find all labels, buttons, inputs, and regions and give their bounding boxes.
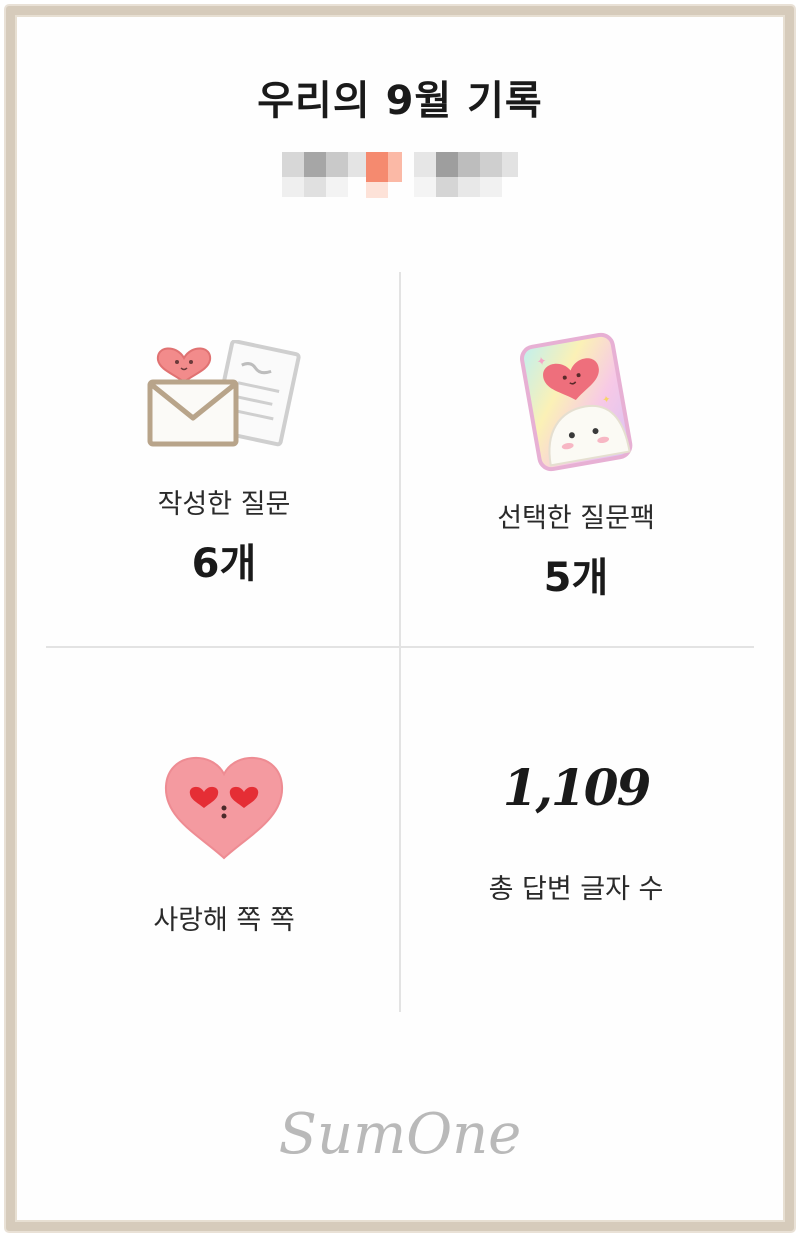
brand-logo: SumOne <box>278 1102 522 1167</box>
written-questions-value: 6개 <box>191 541 257 587</box>
stat-answer-chars: 1,109 총 답변 글자 수 <box>400 758 752 906</box>
love-kiss-label: 사랑해 쪽 쪽 <box>153 905 295 936</box>
selected-packs-value: 5개 <box>543 555 609 601</box>
selected-packs-label: 선택한 질문팩 <box>497 503 655 534</box>
written-questions-label: 작성한 질문 <box>157 489 291 520</box>
horizontal-divider <box>46 646 754 648</box>
question-pack-card-icon: ✦ ✦ <box>520 332 633 472</box>
censored-name <box>282 152 522 202</box>
answer-chars-value: 1,109 <box>502 758 652 817</box>
page-title: 우리의 9월 기록 <box>257 78 543 124</box>
stat-written-questions: 작성한 질문 6개 <box>48 340 400 589</box>
letter-envelope-icon <box>147 340 301 447</box>
stat-selected-packs: ✦ ✦ 선택한 질문팩 5개 <box>400 330 752 603</box>
answer-chars-label: 총 답변 글자 수 <box>488 874 664 905</box>
heart-kiss-icon <box>164 756 284 860</box>
monthly-record-card: 우리의 9월 기록 작성한 질문 6개 ✦ ✦ 선택한 질문팩 5개 사랑해 쪽… <box>0 0 800 1237</box>
stat-love-kiss: 사랑해 쪽 쪽 <box>48 748 400 937</box>
